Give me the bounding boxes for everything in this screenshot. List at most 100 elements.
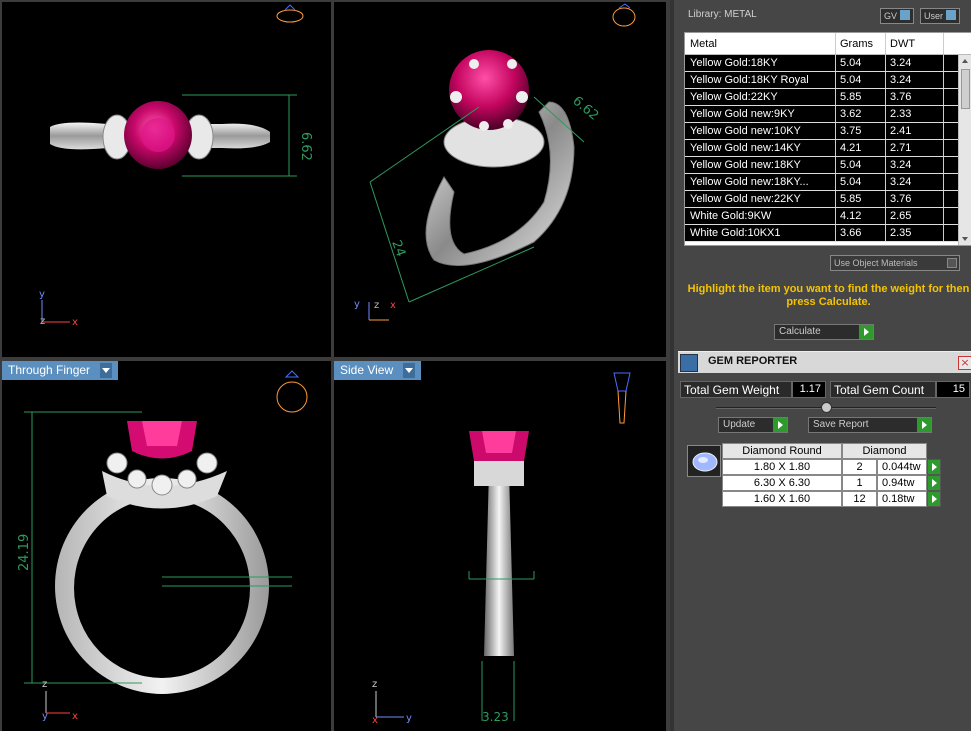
metal-name-cell: Yellow Gold:22KY bbox=[685, 89, 836, 105]
metal-table[interactable]: Metal Grams DWT Yellow Gold:18KY 5.04 3.24… bbox=[684, 32, 971, 246]
viewport-perspective[interactable]: 6.62 24 y z x bbox=[334, 2, 666, 357]
go-arrow-icon[interactable] bbox=[927, 459, 941, 475]
ring-perspective bbox=[425, 50, 575, 266]
scroll-down-icon[interactable] bbox=[962, 237, 968, 241]
grams-cell: 3.62 bbox=[836, 106, 886, 122]
column-dwt[interactable]: DWT bbox=[886, 33, 944, 54]
user-label: User bbox=[924, 11, 944, 21]
ring-preview-icon[interactable] bbox=[276, 370, 308, 413]
checkbox-icon[interactable] bbox=[947, 258, 957, 268]
save-report-button[interactable]: Save Report bbox=[808, 417, 932, 433]
dwt-cell: 2.65 bbox=[886, 208, 944, 224]
svg-text:y: y bbox=[406, 713, 412, 724]
metal-name-cell: White Gold:9KW bbox=[685, 208, 836, 224]
ring-preview-icon[interactable] bbox=[612, 3, 636, 27]
table-row[interactable]: Yellow Gold new:9KY 3.62 2.33 bbox=[685, 106, 971, 123]
table-row[interactable]: Yellow Gold:18KY Royal 5.04 3.24 bbox=[685, 72, 971, 89]
metal-table-scrollbar[interactable] bbox=[958, 55, 971, 245]
table-row[interactable]: White Gold:9KW 4.12 2.65 bbox=[685, 208, 971, 225]
dwt-cell: 3.24 bbox=[886, 72, 944, 88]
grams-cell: 4.21 bbox=[836, 140, 886, 156]
grams-cell: 4.12 bbox=[836, 208, 886, 224]
dwt-cell: 2.41 bbox=[886, 123, 944, 139]
metal-name-cell: Yellow Gold new:22KY bbox=[685, 191, 836, 207]
gem-count-cell: 1 bbox=[842, 475, 877, 491]
go-arrow-icon bbox=[917, 418, 931, 432]
svg-text:y: y bbox=[354, 299, 360, 310]
scroll-thumb[interactable] bbox=[961, 69, 970, 109]
gv-toggle[interactable]: GV bbox=[880, 8, 915, 24]
library-panel: Library: METAL GV User Metal Grams DWT Y… bbox=[670, 0, 971, 731]
table-row[interactable]: Yellow Gold:22KY 5.85 3.76 bbox=[685, 89, 971, 106]
viewport-through-finger[interactable]: 24.19 z y x Through Finger bbox=[2, 361, 331, 731]
table-row[interactable]: Yellow Gold new:18KY 5.04 3.24 bbox=[685, 157, 971, 174]
user-toggle[interactable]: User bbox=[920, 8, 961, 24]
table-row[interactable]: Yellow Gold new:10KY 3.75 2.41 bbox=[685, 123, 971, 140]
metal-name-cell: Yellow Gold new:18KY... bbox=[685, 174, 836, 190]
gem-row[interactable]: 6.30 X 6.30 1 0.94tw bbox=[722, 475, 944, 491]
metal-name-cell: Yellow Gold new:14KY bbox=[685, 140, 836, 156]
use-object-materials-checkbox[interactable]: Use Object Materials bbox=[830, 255, 960, 271]
gem-table[interactable]: Diamond Round Diamond 1.80 X 1.80 2 0.044t… bbox=[722, 443, 944, 507]
column-grams[interactable]: Grams bbox=[836, 33, 886, 54]
svg-text:z: z bbox=[42, 679, 47, 690]
use-object-materials-label: Use Object Materials bbox=[834, 258, 918, 268]
svg-text:x: x bbox=[72, 711, 78, 722]
calculate-button[interactable]: Calculate bbox=[774, 324, 874, 340]
gem-row[interactable]: 1.80 X 1.80 2 0.044tw bbox=[722, 459, 944, 475]
metal-name-cell: Yellow Gold new:9KY bbox=[685, 106, 836, 122]
gem-row[interactable]: 1.60 X 1.60 12 0.18tw bbox=[722, 491, 944, 507]
gem-reporter-title: GEM REPORTER bbox=[708, 355, 798, 367]
viewport-side-view[interactable]: 3.23 z x y Side View bbox=[334, 361, 666, 731]
svg-text:x: x bbox=[372, 715, 378, 726]
axis-gizmo: y z x bbox=[39, 289, 78, 328]
ring-preview-icon[interactable] bbox=[613, 372, 631, 424]
dwt-cell: 3.24 bbox=[886, 157, 944, 173]
total-gem-weight-label: Total Gem Weight bbox=[680, 381, 792, 398]
update-button[interactable]: Update bbox=[718, 417, 788, 433]
ring-top-view bbox=[50, 101, 270, 169]
dwt-cell: 2.71 bbox=[886, 140, 944, 156]
dwt-cell: 3.24 bbox=[886, 174, 944, 190]
table-row[interactable]: Yellow Gold new:18KY... 5.04 3.24 bbox=[685, 174, 971, 191]
dimension-label-b: 24 bbox=[388, 238, 408, 259]
view-selector-label: Side View bbox=[340, 363, 394, 377]
calculate-label: Calculate bbox=[779, 326, 821, 337]
gem-reporter-splitter[interactable] bbox=[716, 402, 936, 413]
ring-preview-icon[interactable] bbox=[276, 4, 304, 23]
close-icon[interactable]: × bbox=[958, 356, 971, 370]
axis-gizmo: z x y bbox=[372, 679, 412, 726]
go-arrow-icon[interactable] bbox=[927, 491, 941, 507]
dwt-cell: 3.76 bbox=[886, 191, 944, 207]
library-header: Library: METAL bbox=[688, 9, 757, 20]
ring-side-view bbox=[469, 431, 529, 656]
gem-count-cell: 12 bbox=[842, 491, 877, 507]
view-selector-through-finger[interactable]: Through Finger bbox=[2, 361, 119, 380]
dropdown-arrow-icon[interactable] bbox=[100, 363, 113, 378]
svg-text:z: z bbox=[40, 316, 45, 327]
gem-type-header: Diamond bbox=[842, 443, 927, 459]
table-row[interactable]: Yellow Gold:18KY 5.04 3.24 bbox=[685, 55, 971, 72]
dimension-label: 24.19 bbox=[17, 534, 32, 571]
metal-name-cell: Yellow Gold new:10KY bbox=[685, 123, 836, 139]
grams-cell: 5.04 bbox=[836, 55, 886, 71]
table-row[interactable]: Yellow Gold new:22KY 5.85 3.76 bbox=[685, 191, 971, 208]
column-metal[interactable]: Metal bbox=[685, 33, 836, 54]
viewport-top[interactable]: 6.62 y z x bbox=[2, 2, 331, 357]
table-row[interactable]: Yellow Gold new:14KY 4.21 2.71 bbox=[685, 140, 971, 157]
go-arrow-icon bbox=[859, 325, 873, 339]
splitter-knob[interactable] bbox=[821, 402, 832, 413]
go-arrow-icon[interactable] bbox=[927, 475, 941, 491]
svg-text:x: x bbox=[72, 317, 78, 328]
svg-text:z: z bbox=[372, 679, 377, 690]
dropdown-arrow-icon[interactable] bbox=[403, 363, 416, 378]
svg-text:z: z bbox=[374, 300, 379, 311]
grams-cell: 5.85 bbox=[836, 89, 886, 105]
dwt-cell: 3.24 bbox=[886, 55, 944, 71]
grams-cell: 5.85 bbox=[836, 191, 886, 207]
scroll-up-icon[interactable] bbox=[962, 59, 968, 63]
view-selector-side-view[interactable]: Side View bbox=[334, 361, 422, 380]
svg-text:x: x bbox=[390, 300, 396, 311]
table-row[interactable]: White Gold:10KX1 3.66 2.35 bbox=[685, 225, 971, 242]
diamond-thumbnail-icon bbox=[687, 445, 721, 477]
